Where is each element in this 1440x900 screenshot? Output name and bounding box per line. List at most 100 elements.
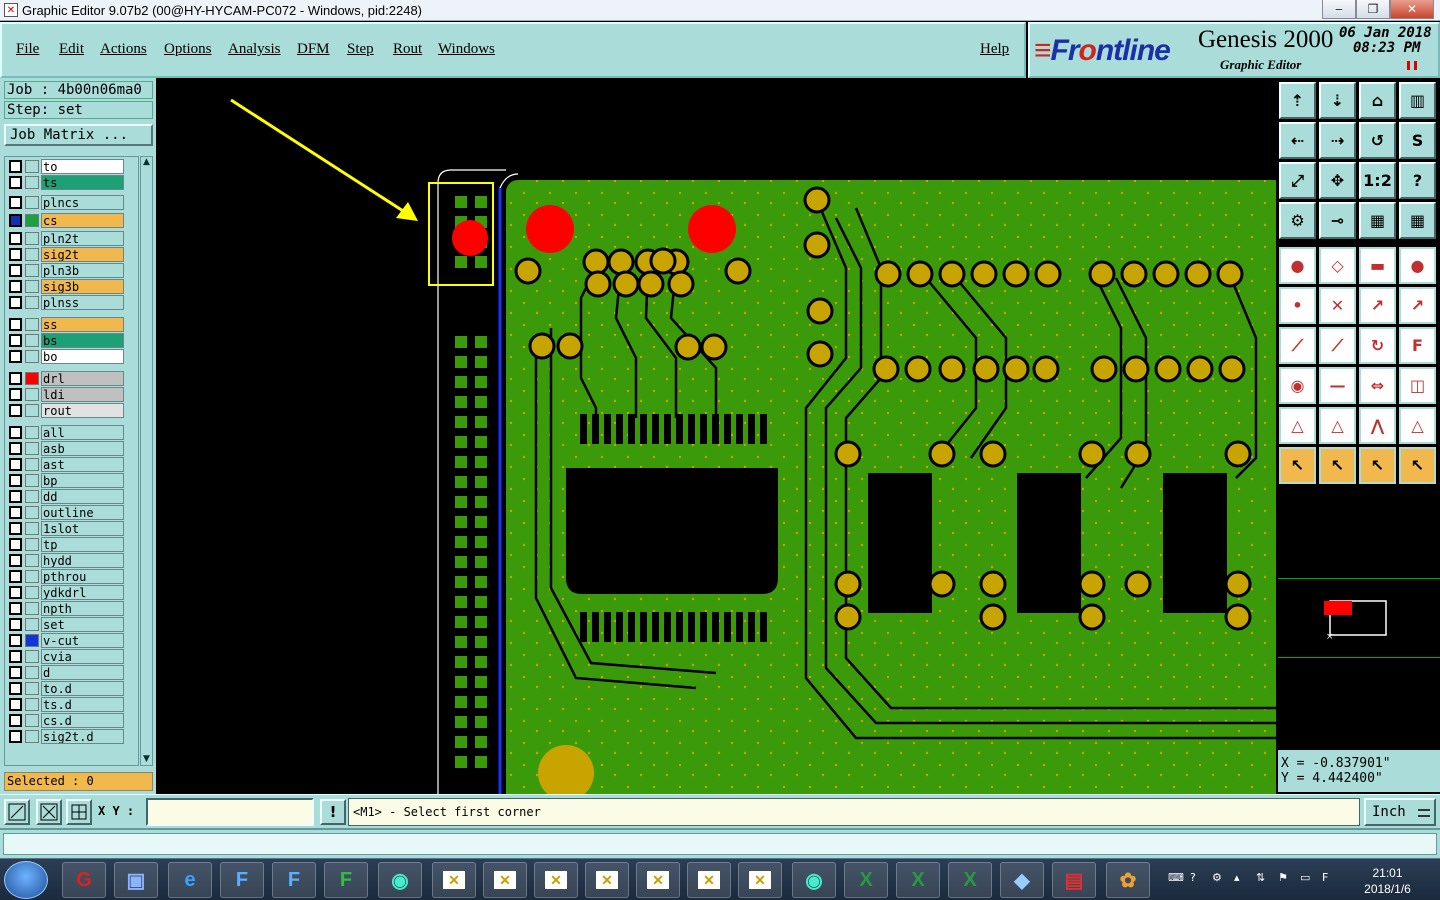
zoom-window-icon[interactable]: ⌂ bbox=[1359, 82, 1396, 119]
layer-color-swatch[interactable] bbox=[25, 618, 39, 631]
scroll-up-icon[interactable]: ▲ bbox=[141, 157, 152, 168]
zoom-page-icon[interactable]: ⇣ bbox=[1319, 82, 1356, 119]
layer-color-swatch[interactable] bbox=[25, 682, 39, 695]
layer-name[interactable]: v-cut bbox=[41, 633, 124, 648]
layer-row[interactable]: tp bbox=[5, 537, 138, 552]
layer-color-swatch[interactable] bbox=[25, 214, 39, 227]
layer-row[interactable]: pln2t bbox=[5, 231, 138, 246]
layer-name[interactable]: drl bbox=[41, 371, 124, 386]
flag-icon[interactable]: ⚑ bbox=[1278, 871, 1292, 885]
layer-row[interactable]: set bbox=[5, 617, 138, 632]
taskbar-window-icon[interactable]: ✕ bbox=[534, 862, 578, 898]
menu-dfm[interactable]: DFM bbox=[297, 41, 330, 58]
layer-name[interactable]: sig2t bbox=[41, 247, 124, 262]
fit-icon[interactable]: ⤢ bbox=[1279, 162, 1316, 199]
graphic-canvas[interactable] bbox=[156, 78, 1276, 794]
triangle-icon[interactable]: △ bbox=[1279, 407, 1316, 444]
zoom-area-icon[interactable]: ▥ bbox=[1399, 82, 1436, 119]
menu-file[interactable]: File bbox=[16, 41, 39, 58]
layer-row[interactable]: outline bbox=[5, 505, 138, 520]
layer-name[interactable]: hydd bbox=[41, 553, 124, 568]
taskbar-window-icon[interactable]: ✕ bbox=[432, 862, 476, 898]
layer-name[interactable]: pln2t bbox=[41, 231, 124, 246]
layer-name[interactable]: sig3b bbox=[41, 279, 124, 294]
layer-checkbox[interactable] bbox=[9, 490, 22, 503]
layer-row[interactable]: bo bbox=[5, 349, 138, 364]
menu-actions[interactable]: Actions bbox=[100, 41, 147, 58]
taskbar-window-icon[interactable]: ✕ bbox=[687, 862, 731, 898]
pointer-icon[interactable]: ↖ bbox=[1279, 447, 1316, 484]
edit-line-icon[interactable]: ⟋ bbox=[1319, 327, 1356, 364]
layer-name[interactable]: all bbox=[41, 425, 124, 440]
ruler-icon[interactable]: ▬ bbox=[1359, 247, 1396, 284]
layer-row[interactable]: ss bbox=[5, 317, 138, 332]
frontline-tray-icon[interactable]: F bbox=[1322, 871, 1336, 885]
layer-checkbox[interactable] bbox=[9, 506, 22, 519]
layer-name[interactable]: tp bbox=[41, 537, 124, 552]
layer-color-swatch[interactable] bbox=[25, 458, 39, 471]
taskbar-window-icon[interactable]: ✕ bbox=[636, 862, 680, 898]
network-icon[interactable]: ⇅ bbox=[1256, 871, 1270, 885]
taskbar-pdf-icon[interactable]: ▤ bbox=[1052, 862, 1096, 898]
layer-row[interactable]: bp bbox=[5, 473, 138, 488]
layer-name[interactable]: cs bbox=[41, 213, 124, 228]
help-tray-icon[interactable]: ? bbox=[1190, 871, 1204, 885]
layer-row[interactable]: drl bbox=[5, 371, 138, 386]
taskbar-ie-icon[interactable]: e bbox=[168, 862, 212, 898]
layer-checkbox[interactable] bbox=[9, 296, 22, 309]
show-hidden-icon[interactable]: ▴ bbox=[1234, 871, 1248, 885]
layer-checkbox[interactable] bbox=[9, 264, 22, 277]
taskbar-excel-icon[interactable]: X bbox=[844, 862, 888, 898]
layer-checkbox[interactable] bbox=[9, 586, 22, 599]
layer-color-swatch[interactable] bbox=[25, 264, 39, 277]
layer-checkbox[interactable] bbox=[9, 334, 22, 347]
pause-icon[interactable] bbox=[1407, 61, 1417, 70]
taskbar-viewer-icon[interactable]: ◉ bbox=[792, 862, 836, 898]
layer-color-swatch[interactable] bbox=[25, 404, 39, 417]
layer-color-swatch[interactable] bbox=[25, 176, 39, 189]
layer-row[interactable]: cvia bbox=[5, 649, 138, 664]
layer-color-swatch[interactable] bbox=[25, 666, 39, 679]
layer-checkbox[interactable] bbox=[9, 522, 22, 535]
taskbar-eye-icon[interactable]: ◉ bbox=[378, 862, 422, 898]
add-surface-icon[interactable]: ◇ bbox=[1319, 247, 1356, 284]
add-pad-icon[interactable]: ● bbox=[1279, 247, 1316, 284]
layer-checkbox[interactable] bbox=[9, 714, 22, 727]
layer-color-swatch[interactable] bbox=[25, 196, 39, 209]
layer-color-swatch[interactable] bbox=[25, 698, 39, 711]
layer-color-swatch[interactable] bbox=[25, 280, 39, 293]
close-button[interactable]: ✕ bbox=[1390, 0, 1434, 19]
layer-row[interactable]: v-cut bbox=[5, 633, 138, 648]
layer-checkbox[interactable] bbox=[9, 650, 22, 663]
taskbar-frontline-icon[interactable]: F bbox=[220, 862, 264, 898]
layer-color-swatch[interactable] bbox=[25, 634, 39, 647]
measure-icon[interactable]: ⊸ bbox=[1319, 202, 1356, 239]
taskbar-excel-icon[interactable]: X bbox=[896, 862, 940, 898]
taskbar-shell-icon[interactable]: ✿ bbox=[1106, 862, 1150, 898]
overview-window[interactable]: × bbox=[1278, 578, 1440, 658]
xy-input[interactable] bbox=[146, 798, 314, 826]
layer-name[interactable]: outline bbox=[41, 505, 124, 520]
layer-name[interactable]: to bbox=[41, 159, 124, 174]
redraw-icon[interactable]: S bbox=[1399, 122, 1436, 159]
select-cursor-icon[interactable]: ↖ bbox=[1359, 447, 1396, 484]
layer-color-swatch[interactable] bbox=[25, 554, 39, 567]
triangle-down-icon[interactable]: △ bbox=[1399, 407, 1436, 444]
layer-name[interactable]: npth bbox=[41, 601, 124, 616]
layer-row[interactable]: ts.d bbox=[5, 697, 138, 712]
layer-checkbox[interactable] bbox=[9, 280, 22, 293]
taskbar-f-icon[interactable]: F bbox=[324, 862, 368, 898]
layer-checkbox[interactable] bbox=[9, 404, 22, 417]
layer-row[interactable]: cs bbox=[5, 213, 138, 228]
center-icon[interactable]: ✥ bbox=[1319, 162, 1356, 199]
maximize-button[interactable]: ❐ bbox=[1356, 0, 1390, 19]
add-circle-icon[interactable]: ● bbox=[1399, 247, 1436, 284]
layer-checkbox[interactable] bbox=[9, 458, 22, 471]
layer-color-swatch[interactable] bbox=[25, 490, 39, 503]
layer-row[interactable]: pthrou bbox=[5, 569, 138, 584]
layer-name[interactable]: ts bbox=[41, 175, 124, 190]
layer-name[interactable]: cs.d bbox=[41, 713, 124, 728]
layer-color-swatch[interactable] bbox=[25, 714, 39, 727]
taskbar-excel-icon[interactable]: X bbox=[948, 862, 992, 898]
minimize-button[interactable]: ‒ bbox=[1322, 0, 1356, 19]
